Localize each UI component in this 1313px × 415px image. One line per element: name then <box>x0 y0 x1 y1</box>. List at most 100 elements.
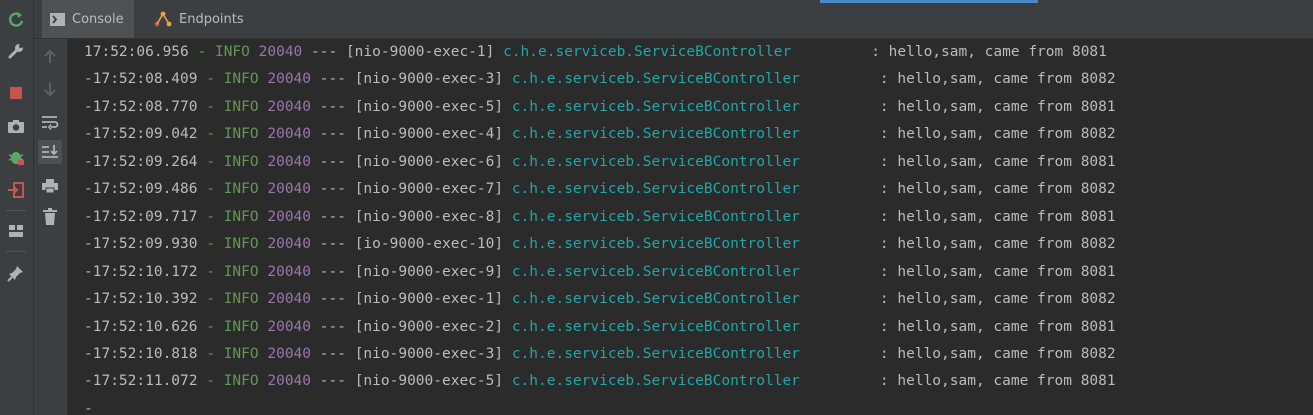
log-pid: 20040 <box>267 71 312 88</box>
log-message: : hello,sam, came from 8081 <box>871 44 1107 60</box>
log-timestamp: 17:52:10.392 <box>92 291 198 308</box>
log-level: INFO <box>223 345 259 362</box>
log-timestamp: 17:52:06.956 <box>84 44 189 60</box>
log-line: 17:52:06.956 - INFO 20040 --- [nio-9000-… <box>84 39 1107 66</box>
down-arrow-icon[interactable] <box>38 77 62 101</box>
tab-bar: Console Endpoints <box>34 0 1313 39</box>
log-message: : hello,sam, came from 8081 <box>879 153 1116 170</box>
log-pid: 20040 <box>267 98 312 115</box>
log-pid: 20040 <box>267 181 312 198</box>
log-line: -17:52:11.072 - INFO 20040 --- [nio-9000… <box>84 368 1116 395</box>
scroll-to-end-icon[interactable] <box>38 140 62 164</box>
log-logger: c.h.e.serviceb.ServiceBController <box>511 373 800 390</box>
tab-console[interactable]: Console <box>42 0 134 38</box>
log-thread: [nio-9000-exec-4] <box>354 126 504 143</box>
camera-icon[interactable] <box>5 115 27 137</box>
print-icon[interactable] <box>38 174 62 198</box>
pin-icon[interactable] <box>5 262 27 284</box>
log-pid: 20040 <box>267 236 312 253</box>
log-separator: --- <box>319 373 346 390</box>
log-pid: 20040 <box>267 373 312 390</box>
layout-icon[interactable] <box>5 220 27 242</box>
log-dash: - <box>84 98 93 115</box>
soft-wrap-icon[interactable] <box>38 110 62 134</box>
log-logger: c.h.e.serviceb.ServiceBController <box>511 236 800 253</box>
console-output[interactable]: 17:52:06.956 - INFO 20040 --- [nio-9000-… <box>68 39 1313 415</box>
log-level: INFO <box>223 181 259 198</box>
log-logger: c.h.e.serviceb.ServiceBController <box>511 291 800 308</box>
log-dash: - <box>84 236 93 253</box>
log-line: -17:52:10.626 - INFO 20040 --- [nio-9000… <box>84 314 1116 341</box>
left-toolbar <box>0 0 34 415</box>
log-level: INFO <box>223 291 259 308</box>
log-logger: c.h.e.serviceb.ServiceBController <box>503 44 792 60</box>
exit-icon[interactable] <box>5 179 27 201</box>
log-thread: [nio-9000-exec-3] <box>354 71 504 88</box>
log-hyphen: - <box>197 345 224 362</box>
log-dash: - <box>84 373 93 390</box>
log-level: INFO <box>223 373 259 390</box>
log-logger: c.h.e.serviceb.ServiceBController <box>511 71 800 88</box>
log-timestamp: 17:52:08.770 <box>92 98 198 115</box>
log-logger: c.h.e.serviceb.ServiceBController <box>511 318 800 335</box>
log-message: : hello,sam, came from 8082 <box>879 345 1116 362</box>
log-message: : hello,sam, came from 8082 <box>879 236 1116 253</box>
log-separator: --- <box>319 71 346 88</box>
log-line: -17:52:09.042 - INFO 20040 --- [nio-9000… <box>84 121 1116 148</box>
log-logger: c.h.e.serviceb.ServiceBController <box>511 345 800 362</box>
log-separator: --- <box>311 44 338 60</box>
tab-console-label: Console <box>72 11 124 27</box>
log-thread: [nio-9000-exec-1] <box>354 291 504 308</box>
log-line: -17:52:10.818 - INFO 20040 --- [nio-9000… <box>84 341 1116 368</box>
log-trailing-dash: - <box>84 400 93 415</box>
log-timestamp: 17:52:09.717 <box>92 208 198 225</box>
log-line: -17:52:10.172 - INFO 20040 --- [nio-9000… <box>84 259 1116 286</box>
log-message: : hello,sam, came from 8081 <box>879 263 1116 280</box>
log-separator: --- <box>319 236 346 253</box>
log-line: -17:52:09.486 - INFO 20040 --- [nio-9000… <box>84 176 1116 203</box>
active-indicator <box>820 0 1038 3</box>
log-thread: [nio-9000-exec-9] <box>354 263 504 280</box>
log-timestamp: 17:52:09.264 <box>92 153 198 170</box>
log-dash: - <box>84 263 93 280</box>
log-pid: 20040 <box>267 153 312 170</box>
trash-icon[interactable] <box>38 205 62 229</box>
log-pid: 20040 <box>267 263 312 280</box>
log-dash: - <box>84 291 93 308</box>
log-thread: [nio-9000-exec-3] <box>354 345 504 362</box>
wrench-icon[interactable] <box>5 40 27 62</box>
log-dash: - <box>84 318 93 335</box>
rerun-icon[interactable] <box>5 9 27 31</box>
stop-icon[interactable] <box>5 82 27 104</box>
log-thread: [nio-9000-exec-8] <box>354 208 504 225</box>
log-timestamp: 17:52:09.930 <box>92 236 198 253</box>
tab-endpoints[interactable]: Endpoints <box>146 0 252 38</box>
log-separator: --- <box>319 181 346 198</box>
log-line: -17:52:09.264 - INFO 20040 --- [nio-9000… <box>84 149 1116 176</box>
log-separator: --- <box>319 153 346 170</box>
log-hyphen: - <box>197 98 224 115</box>
log-dash: - <box>84 181 93 198</box>
log-line: -17:52:08.770 - INFO 20040 --- [nio-9000… <box>84 94 1116 121</box>
log-level: INFO <box>223 318 259 335</box>
log-logger: c.h.e.serviceb.ServiceBController <box>511 208 800 225</box>
log-timestamp: 17:52:10.818 <box>92 345 198 362</box>
log-message: : hello,sam, came from 8082 <box>879 126 1116 143</box>
endpoints-icon <box>154 11 172 27</box>
log-separator: --- <box>319 318 346 335</box>
log-level: INFO <box>223 263 259 280</box>
debug-icon[interactable] <box>5 146 27 168</box>
log-hyphen: - <box>197 181 224 198</box>
log-hyphen: - <box>197 236 224 253</box>
log-line: -17:52:08.409 - INFO 20040 --- [nio-9000… <box>84 66 1116 93</box>
log-logger: c.h.e.serviceb.ServiceBController <box>511 181 800 198</box>
log-message: : hello,sam, came from 8081 <box>879 318 1116 335</box>
log-hyphen: - <box>197 71 224 88</box>
log-message: : hello,sam, came from 8081 <box>879 98 1116 115</box>
log-line: -17:52:10.392 - INFO 20040 --- [nio-9000… <box>84 286 1116 313</box>
log-hyphen: - <box>197 153 224 170</box>
up-arrow-icon[interactable] <box>38 45 62 69</box>
log-line: -17:52:09.717 - INFO 20040 --- [nio-9000… <box>84 204 1116 231</box>
log-thread: [nio-9000-exec-7] <box>354 181 504 198</box>
log-hyphen: - <box>197 373 224 390</box>
